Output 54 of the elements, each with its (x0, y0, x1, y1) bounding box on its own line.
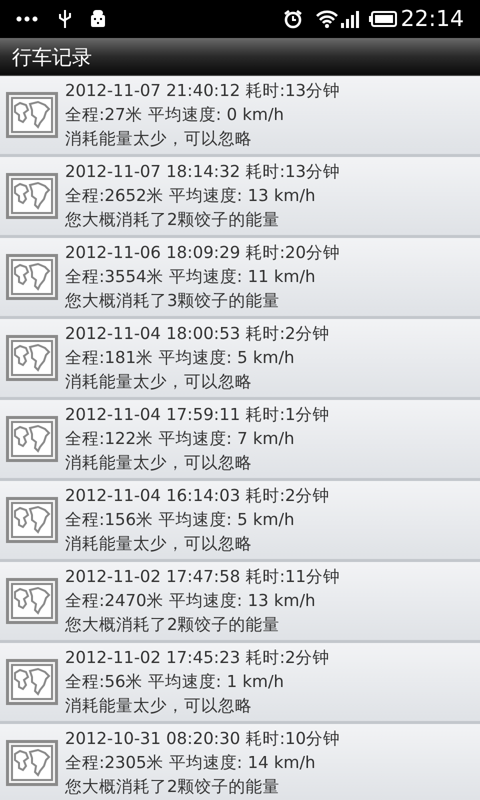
trip-row[interactable]: 2012-11-04 17:59:11 耗时:1分钟 全程:122米 平均速度: 7 km/h 消耗能量太少，可以忽略 (0, 400, 480, 481)
signal-icon (340, 10, 359, 28)
trip-header: 2012-11-04 17:59:11 耗时:1分钟 (65, 404, 330, 426)
trip-stats: 全程:56米 平均速度: 1 km/h (65, 671, 285, 693)
trip-stats: 全程:181米 平均速度: 5 km/h (65, 347, 296, 369)
energy-note: 您大概消耗了2颗饺子的能量 (65, 614, 280, 636)
battery-icon (368, 11, 397, 27)
trip-row[interactable]: 2012-11-04 16:14:03 耗时:2分钟 全程:156米 平均速度: 5 km/h 消耗能量太少，可以忽略 (0, 481, 480, 562)
energy-note: 消耗能量太少，可以忽略 (65, 533, 253, 555)
trip-stats: 全程:2652米 平均速度: 13 km/h (65, 185, 316, 207)
trip-row[interactable]: 2012-11-02 17:45:23 耗时:2分钟 全程:56米 平均速度: 1 km/h 消耗能量太少，可以忽略 (0, 643, 480, 724)
map-icon (6, 740, 58, 786)
map-icon (6, 497, 58, 543)
screen-title: 行车记录 (12, 44, 92, 70)
energy-note: 消耗能量太少，可以忽略 (65, 452, 253, 474)
energy-note: 您大概消耗了2颗饺子的能量 (65, 776, 280, 798)
trip-header: 2012-11-04 16:14:03 耗时:2分钟 (65, 485, 330, 507)
energy-note: 您大概消耗了3颗饺子的能量 (65, 290, 280, 312)
trip-stats: 全程:27米 平均速度: 0 km/h (65, 104, 285, 126)
energy-note: 您大概消耗了2颗饺子的能量 (65, 209, 280, 231)
trip-header: 2012-11-07 21:40:12 耗时:13分钟 (65, 80, 340, 102)
map-icon (6, 659, 58, 705)
trip-stats: 全程:2305米 平均速度: 14 km/h (65, 752, 316, 774)
wifi-icon (314, 10, 339, 28)
trip-header: 2012-11-02 17:47:58 耗时:11分钟 (65, 566, 340, 588)
trip-stats: 全程:3554米 平均速度: 11 km/h (65, 266, 316, 288)
trip-row[interactable]: 2012-11-07 18:14:32 耗时:13分钟 全程:2652米 平均速度: 13 km/h 您大概消耗了2颗饺子的能量 (0, 157, 480, 238)
energy-note: 消耗能量太少，可以忽略 (65, 695, 253, 717)
usb-icon (58, 9, 72, 29)
trip-header: 2012-11-07 18:14:32 耗时:13分钟 (65, 161, 340, 183)
map-icon (6, 254, 58, 300)
trip-row[interactable]: 2012-11-02 17:47:58 耗时:11分钟 全程:2470米 平均速度: 13 km/h 您大概消耗了2颗饺子的能量 (0, 562, 480, 643)
map-icon (6, 92, 58, 138)
energy-note: 消耗能量太少，可以忽略 (65, 128, 253, 150)
trip-row[interactable]: 2012-11-07 21:40:12 耗时:13分钟 全程:27米 平均速度: 0 km/h 消耗能量太少，可以忽略 (0, 76, 480, 157)
trip-stats: 全程:156米 平均速度: 5 km/h (65, 509, 296, 531)
map-icon (6, 335, 58, 381)
trip-stats: 全程:2470米 平均速度: 13 km/h (65, 590, 316, 612)
trip-header: 2012-11-04 18:00:53 耗时:2分钟 (65, 323, 330, 345)
more-icon (16, 16, 38, 22)
alarm-icon (282, 9, 303, 29)
map-icon (6, 416, 58, 462)
robot-icon (88, 9, 108, 29)
trip-row[interactable]: 2012-11-06 18:09:29 耗时:20分钟 全程:3554米 平均速度: 11 km/h 您大概消耗了3颗饺子的能量 (0, 238, 480, 319)
map-icon (6, 578, 58, 624)
clock-time: 22:14 (400, 6, 464, 34)
trip-header: 2012-10-31 08:20:30 耗时:10分钟 (65, 728, 340, 750)
trip-row[interactable]: 2012-11-04 18:00:53 耗时:2分钟 全程:181米 平均速度: 5 km/h 消耗能量太少，可以忽略 (0, 319, 480, 400)
trip-header: 2012-11-06 18:09:29 耗时:20分钟 (65, 242, 340, 264)
map-icon (6, 173, 58, 219)
trip-header: 2012-11-02 17:45:23 耗时:2分钟 (65, 647, 330, 669)
trip-stats: 全程:122米 平均速度: 7 km/h (65, 428, 296, 450)
energy-note: 消耗能量太少，可以忽略 (65, 371, 253, 393)
trip-row[interactable]: 2012-10-31 08:20:30 耗时:10分钟 全程:2305米 平均速度: 14 km/h 您大概消耗了2颗饺子的能量 (0, 724, 480, 800)
